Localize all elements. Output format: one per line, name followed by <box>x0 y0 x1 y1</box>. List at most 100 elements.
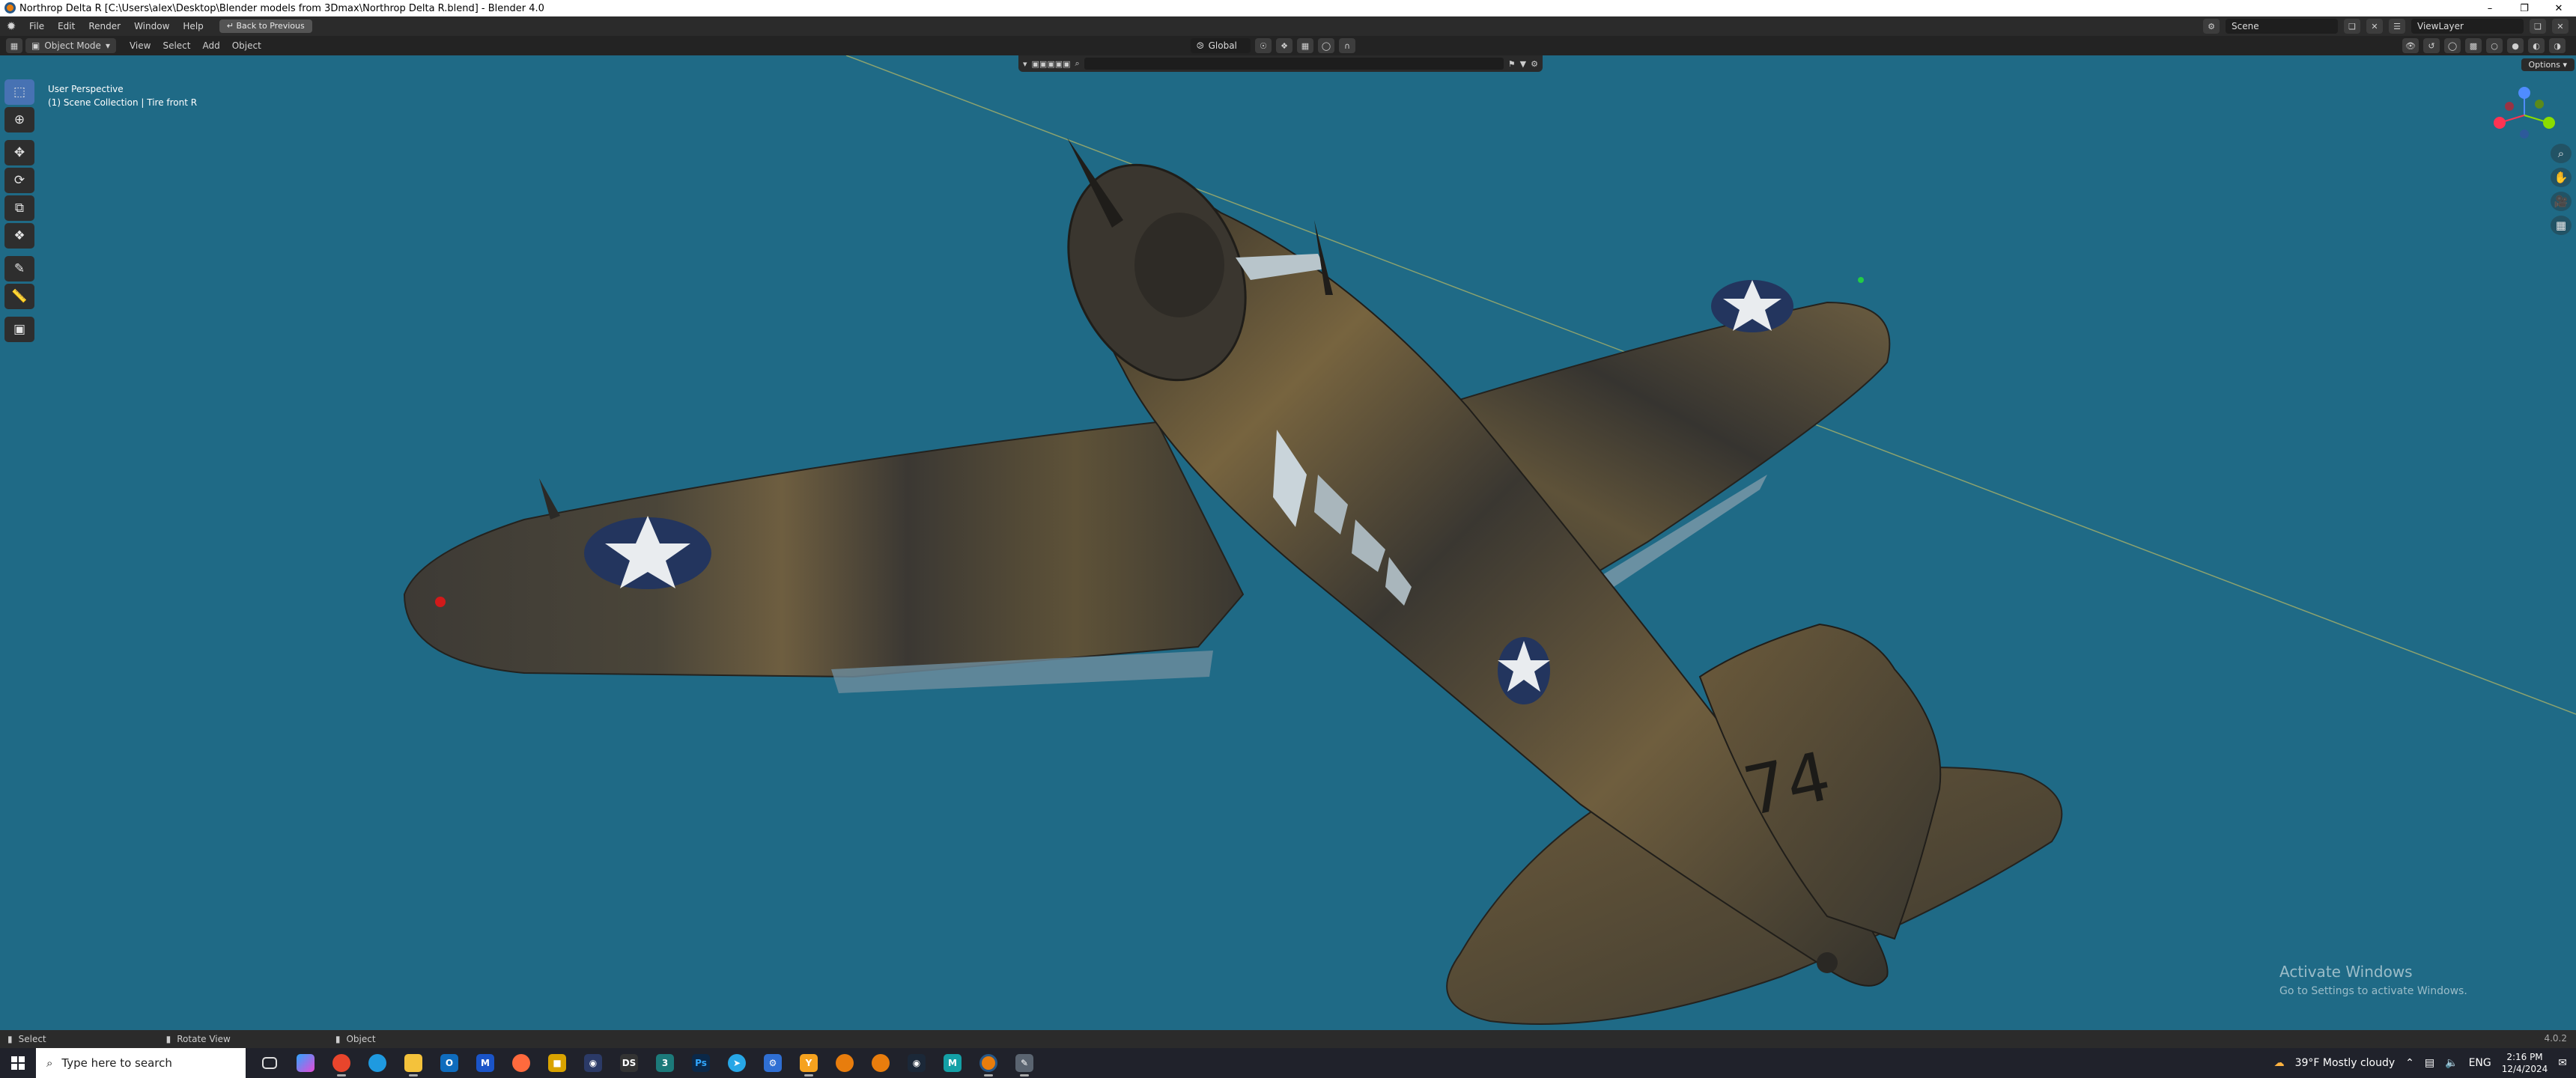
outlook-icon[interactable]: O <box>431 1048 467 1078</box>
camera-icon[interactable]: 🎥 <box>2551 192 2572 211</box>
network-icon[interactable]: ▤ <box>2425 1057 2434 1069</box>
copilot-icon[interactable] <box>288 1048 323 1078</box>
clock[interactable]: 2:16 PM 12/4/2024 <box>2502 1051 2548 1075</box>
malwarebytes-icon[interactable]: M <box>467 1048 503 1078</box>
falloff-icon[interactable]: ∩ <box>1339 38 1355 53</box>
zoom-icon[interactable]: ⌕ <box>2551 144 2572 163</box>
menu-add[interactable]: Add <box>196 38 225 53</box>
app-blue-icon[interactable]: ◉ <box>575 1048 611 1078</box>
task-view-icon[interactable] <box>252 1048 288 1078</box>
taskbar-apps: O M ■ ◉ DS 3 Ps ➤ ⚙ Y ◉ M ✎ <box>252 1048 1042 1078</box>
neg-x-ball[interactable] <box>2505 102 2514 111</box>
menu-edit[interactable]: Edit <box>51 16 82 36</box>
notification-icon[interactable]: ✉ <box>2558 1057 2567 1069</box>
y-axis-ball[interactable] <box>2543 117 2555 129</box>
options-dropdown[interactable]: Options ▾ <box>2521 58 2575 71</box>
start-button[interactable] <box>0 1048 36 1078</box>
yandex-icon[interactable]: Y <box>791 1048 827 1078</box>
settings-icon[interactable]: ⚙ <box>1531 59 1538 69</box>
menu-file[interactable]: File <box>22 16 51 36</box>
collapse-icon[interactable]: ▾ <box>1023 59 1027 69</box>
annotate-icon[interactable]: ✎ <box>4 256 34 281</box>
neg-y-ball[interactable] <box>2535 100 2544 109</box>
move-icon[interactable]: ✥ <box>4 140 34 165</box>
transform-orientation-dropdown[interactable]: ⧁ Global <box>1191 38 1251 53</box>
cursor-icon[interactable]: ⊕ <box>4 107 34 133</box>
photoshop-icon[interactable]: Ps <box>683 1048 719 1078</box>
speaker-icon[interactable]: 🔈 <box>2445 1057 2458 1069</box>
viewlayer-icon[interactable]: ☰ <box>2389 19 2405 34</box>
file-explorer-icon[interactable] <box>395 1048 431 1078</box>
filter-icon[interactable]: ▼ <box>1520 59 1526 69</box>
filter-type-icons[interactable]: ▣▣▣▣▣ <box>1032 59 1071 69</box>
viewport-scene[interactable]: 74 <box>0 55 2576 1030</box>
menu-render[interactable]: Render <box>82 16 127 36</box>
shading-wireframe-icon[interactable]: ○ <box>2486 38 2503 53</box>
delete-viewlayer-icon[interactable]: ✕ <box>2552 19 2569 34</box>
edge-icon[interactable] <box>359 1048 395 1078</box>
spotify-like-icon[interactable] <box>503 1048 539 1078</box>
xray-toggle-icon[interactable]: ▩ <box>2465 38 2482 53</box>
delete-scene-icon[interactable]: ✕ <box>2366 19 2383 34</box>
editor-type-icon[interactable]: ▦ <box>6 38 22 53</box>
shading-material-icon[interactable]: ◐ <box>2528 38 2545 53</box>
neg-z-ball[interactable] <box>2520 130 2529 138</box>
new-viewlayer-icon[interactable]: ❏ <box>2530 19 2546 34</box>
pan-hand-icon[interactable]: ✋ <box>2551 168 2572 187</box>
shading-rendered-icon[interactable]: ◑ <box>2549 38 2566 53</box>
maximize-button[interactable]: ❐ <box>2507 0 2542 16</box>
scene-icon[interactable]: ⚙ <box>2203 19 2220 34</box>
new-scene-icon[interactable]: ❏ <box>2344 19 2360 34</box>
3d-viewport[interactable]: 74 ▾ ▣▣▣▣▣ ⌕ ⚑ ▼ ⚙ User Perspective (1) … <box>0 55 2576 1030</box>
viewport-search-input[interactable] <box>1084 58 1504 70</box>
chevron-up-icon[interactable]: ⌃ <box>2405 1057 2414 1069</box>
blender-icon-1[interactable] <box>827 1048 863 1078</box>
back-to-previous-button[interactable]: ↵ Back to Previous <box>219 19 312 33</box>
proportional-edit-icon[interactable]: ◯ <box>1318 38 1334 53</box>
app-orange-icon[interactable]: ■ <box>539 1048 575 1078</box>
language-indicator[interactable]: ENG <box>2469 1057 2491 1069</box>
maya-icon[interactable]: M <box>935 1048 970 1078</box>
blender-menu-icon[interactable]: ✹ <box>0 16 22 36</box>
snap-target-icon[interactable]: ▦ <box>1297 38 1313 53</box>
blender-active-icon[interactable] <box>970 1048 1006 1078</box>
daz-studio-icon[interactable]: DS <box>611 1048 647 1078</box>
menu-view[interactable]: View <box>124 38 157 53</box>
steam-icon[interactable]: ◉ <box>899 1048 935 1078</box>
grid-icon[interactable]: ▦ <box>2551 216 2572 235</box>
minimize-button[interactable]: – <box>2473 0 2507 16</box>
add-cube-icon[interactable]: ▣ <box>4 317 34 342</box>
menu-object[interactable]: Object <box>226 38 267 53</box>
measure-icon[interactable]: 📏 <box>4 284 34 309</box>
pivot-point-icon[interactable]: ☉ <box>1255 38 1272 53</box>
rotate-icon[interactable]: ⟳ <box>4 168 34 193</box>
shading-solid-icon[interactable]: ● <box>2507 38 2524 53</box>
menu-window[interactable]: Window <box>127 16 176 36</box>
menu-select[interactable]: Select <box>157 38 196 53</box>
taskbar-search-box[interactable]: ⌕ Type here to search <box>36 1048 246 1078</box>
mode-selector[interactable]: ▣ Object Mode ▾ <box>25 38 116 53</box>
snap-icon[interactable]: ❖ <box>1276 38 1292 53</box>
chrome-icon[interactable] <box>323 1048 359 1078</box>
x-axis-ball[interactable] <box>2494 117 2506 129</box>
blender-icon-2[interactable] <box>863 1048 899 1078</box>
overlay-toggle-icon[interactable]: ◯ <box>2444 38 2461 53</box>
close-button[interactable]: ✕ <box>2542 0 2576 16</box>
settings-gear-icon[interactable]: ⚙ <box>755 1048 791 1078</box>
z-axis-ball[interactable] <box>2518 87 2530 99</box>
viewlayer-selector[interactable]: ViewLayer <box>2411 19 2524 34</box>
bookmark-icon[interactable]: ⚑ <box>1508 59 1516 69</box>
visibility-icon[interactable]: 👁 <box>2402 38 2419 53</box>
scene-selector[interactable]: Scene <box>2226 19 2338 34</box>
navigation-gizmo[interactable] <box>2483 85 2566 145</box>
menu-help[interactable]: Help <box>176 16 210 36</box>
transform-icon[interactable]: ❖ <box>4 223 34 249</box>
3dsmax-icon[interactable]: 3 <box>647 1048 683 1078</box>
gizmo-toggle-icon[interactable]: ↺ <box>2423 38 2440 53</box>
weather-label[interactable]: 39°F Mostly cloudy <box>2295 1057 2396 1069</box>
scale-icon[interactable]: ⧉ <box>4 195 34 221</box>
chevron-down-icon: ▾ <box>105 40 110 51</box>
app-brush-icon[interactable]: ✎ <box>1006 1048 1042 1078</box>
select-box-icon[interactable]: ⬚ <box>4 79 34 105</box>
telegram-icon[interactable]: ➤ <box>719 1048 755 1078</box>
